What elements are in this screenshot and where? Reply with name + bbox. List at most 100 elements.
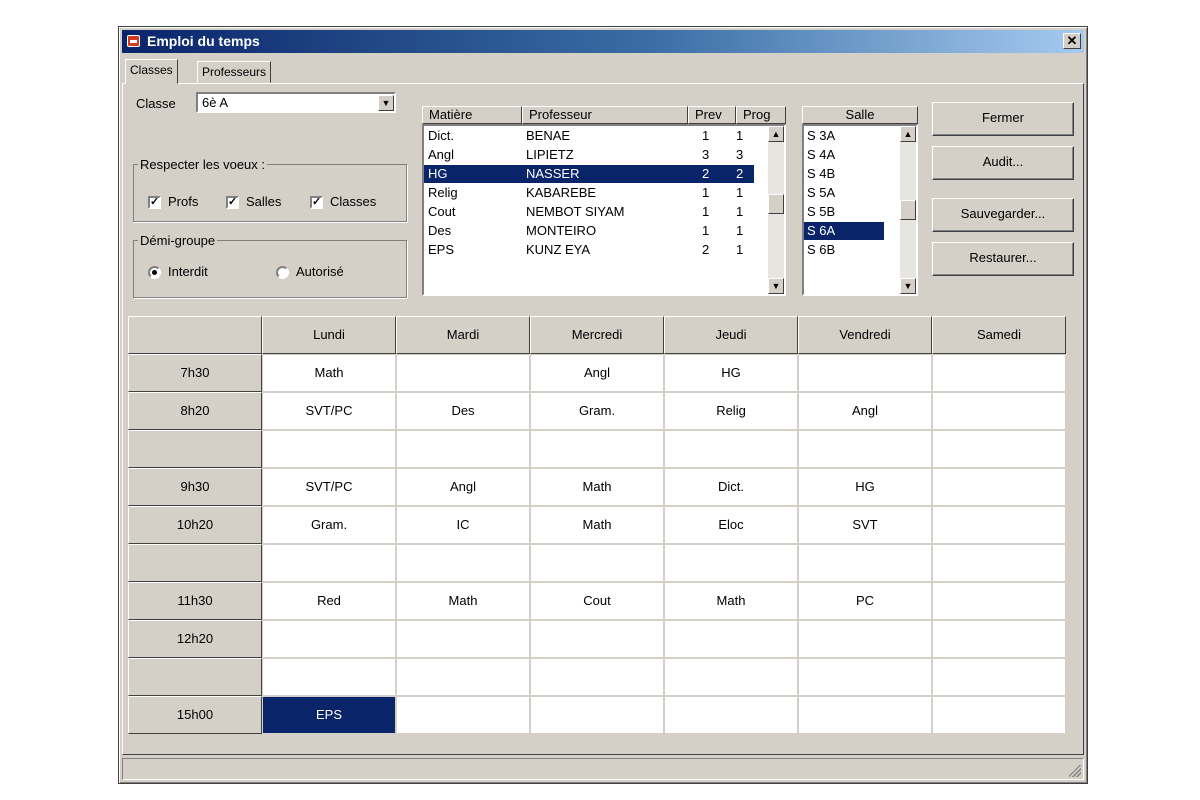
timetable-cell[interactable] (932, 430, 1066, 468)
timetable-cell[interactable] (530, 544, 664, 582)
timetable-cell[interactable] (664, 620, 798, 658)
tab-professeurs[interactable]: Professeurs (197, 61, 272, 83)
timetable-cell[interactable] (396, 544, 530, 582)
matiere-column-header[interactable]: Matière (422, 106, 522, 124)
timetable-cell[interactable] (798, 354, 932, 392)
timetable-cell[interactable]: Math (396, 582, 530, 620)
timetable-cell[interactable]: Eloc (664, 506, 798, 544)
timetable-cell[interactable] (664, 544, 798, 582)
salle-list-scrollbar[interactable]: ▲ ▼ (900, 126, 916, 294)
timetable-cell[interactable] (932, 620, 1066, 658)
timetable-cell[interactable] (530, 696, 664, 734)
timetable-cell[interactable] (530, 658, 664, 696)
timetable-cell[interactable] (932, 696, 1066, 734)
timetable-cell[interactable]: Math (262, 354, 396, 392)
timetable-cell[interactable]: Red (262, 582, 396, 620)
timetable-cell[interactable] (932, 392, 1066, 430)
timetable-cell[interactable]: SVT/PC (262, 468, 396, 506)
timetable-cell[interactable] (798, 544, 932, 582)
timetable-cell[interactable]: Angl (396, 468, 530, 506)
interdit-radio[interactable] (148, 266, 161, 279)
timetable-cell[interactable] (530, 620, 664, 658)
timetable-cell[interactable] (530, 430, 664, 468)
timetable-cell[interactable]: Math (530, 468, 664, 506)
timetable-cell[interactable] (798, 658, 932, 696)
timetable-cell[interactable] (396, 696, 530, 734)
timetable-cell[interactable] (932, 506, 1066, 544)
subject-row[interactable]: Cout NEMBOT SIYAM 1 1 (424, 203, 754, 221)
scroll-up-arrow-icon[interactable]: ▲ (900, 126, 916, 142)
timetable-cell[interactable]: Angl (798, 392, 932, 430)
salle-item[interactable]: S 6B (804, 241, 884, 259)
timetable-cell[interactable]: Relig (664, 392, 798, 430)
resize-grip-icon[interactable] (1069, 765, 1081, 777)
timetable-cell[interactable]: EPS (262, 696, 396, 734)
salle-item[interactable]: S 4B (804, 165, 884, 183)
restaurer-button[interactable]: Restaurer... (932, 242, 1074, 276)
timetable-cell[interactable]: SVT/PC (262, 392, 396, 430)
timetable-cell[interactable] (262, 544, 396, 582)
salle-list[interactable]: S 6B S 6A S 5B S 5A S 4B S 4A S 3A ▲ ▼ (802, 124, 918, 296)
timetable-cell[interactable] (396, 658, 530, 696)
timetable-cell[interactable] (932, 468, 1066, 506)
timetable-cell[interactable] (798, 696, 932, 734)
timetable-cell[interactable] (664, 430, 798, 468)
prev-column-header[interactable]: Prev (688, 106, 736, 124)
classe-select[interactable]: 6è A ▼ (196, 92, 396, 113)
prog-column-header[interactable]: Prog (736, 106, 786, 124)
subject-row[interactable]: Des MONTEIRO 1 1 (424, 222, 754, 240)
scroll-down-arrow-icon[interactable]: ▼ (900, 278, 916, 294)
scroll-down-arrow-icon[interactable]: ▼ (768, 278, 784, 294)
timetable-cell[interactable] (664, 696, 798, 734)
timetable-cell[interactable] (396, 354, 530, 392)
timetable-cell[interactable] (932, 544, 1066, 582)
timetable-cell[interactable] (262, 620, 396, 658)
timetable-cell[interactable] (798, 430, 932, 468)
subject-row[interactable]: Dict. BENAE 1 1 (424, 127, 754, 145)
timetable-cell[interactable] (262, 658, 396, 696)
timetable-cell[interactable] (932, 582, 1066, 620)
timetable-cell[interactable]: Math (530, 506, 664, 544)
timetable-cell[interactable]: PC (798, 582, 932, 620)
profs-checkbox[interactable]: ✓ (148, 196, 161, 209)
subject-row[interactable]: Relig KABAREBE 1 1 (424, 184, 754, 202)
timetable-cell[interactable] (396, 620, 530, 658)
autorise-radio[interactable] (276, 266, 289, 279)
timetable-cell[interactable]: Cout (530, 582, 664, 620)
salle-item[interactable]: S 3A (804, 127, 884, 145)
subject-row[interactable]: HG NASSER 2 2 (424, 165, 754, 183)
timetable-cell[interactable] (396, 430, 530, 468)
salles-checkbox[interactable]: ✓ (226, 196, 239, 209)
scroll-up-arrow-icon[interactable]: ▲ (768, 126, 784, 142)
professeur-column-header[interactable]: Professeur (522, 106, 688, 124)
salle-item[interactable]: S 5A (804, 184, 884, 202)
timetable-cell[interactable] (798, 620, 932, 658)
scroll-thumb[interactable] (768, 194, 784, 214)
subject-list[interactable]: EPS KUNZ EYA 2 1 Des MONTEIRO 1 1 Cout NEMBOT SIY… (422, 124, 786, 296)
salle-item[interactable]: S 4A (804, 146, 884, 164)
salle-item[interactable]: S 5B (804, 203, 884, 221)
timetable-cell[interactable]: Gram. (262, 506, 396, 544)
timetable-cell[interactable]: HG (798, 468, 932, 506)
timetable-cell[interactable]: Math (664, 582, 798, 620)
fermer-button[interactable]: Fermer (932, 102, 1074, 136)
subject-row[interactable]: EPS KUNZ EYA 2 1 (424, 241, 754, 259)
timetable-cell[interactable] (262, 430, 396, 468)
timetable-cell[interactable]: HG (664, 354, 798, 392)
timetable-cell[interactable] (932, 354, 1066, 392)
dropdown-arrow-icon[interactable]: ▼ (378, 95, 394, 111)
close-button[interactable]: ✕ (1063, 33, 1081, 49)
audit-button[interactable]: Audit... (932, 146, 1074, 180)
subject-list-scrollbar[interactable]: ▲ ▼ (768, 126, 784, 294)
salle-column-header[interactable]: Salle (802, 106, 918, 124)
timetable-cell[interactable]: Angl (530, 354, 664, 392)
timetable-cell[interactable]: Des (396, 392, 530, 430)
scroll-thumb[interactable] (900, 200, 916, 220)
salle-item[interactable]: S 6A (804, 222, 884, 240)
timetable-cell[interactable]: Dict. (664, 468, 798, 506)
timetable-cell[interactable]: Gram. (530, 392, 664, 430)
tab-classes[interactable]: Classes (125, 59, 178, 84)
timetable-cell[interactable]: IC (396, 506, 530, 544)
timetable-cell[interactable]: SVT (798, 506, 932, 544)
sauvegarder-button[interactable]: Sauvegarder... (932, 198, 1074, 232)
